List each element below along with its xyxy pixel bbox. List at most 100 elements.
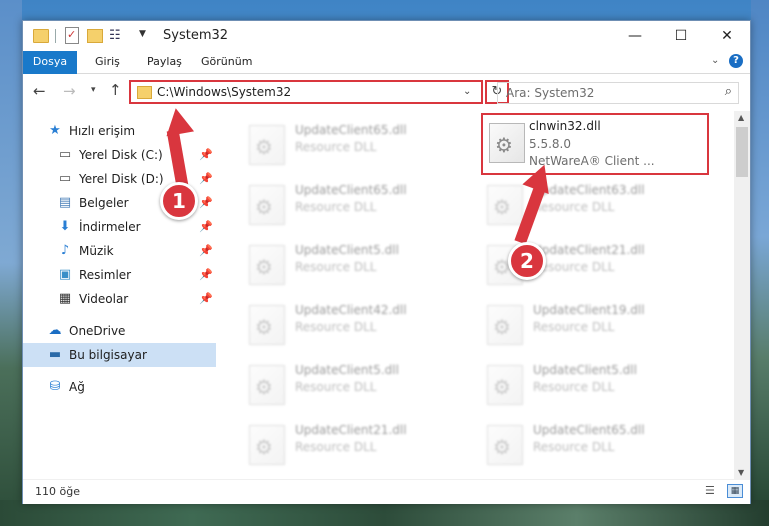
address-path[interactable]: C:\Windows\System32 bbox=[157, 85, 291, 99]
folder-icon bbox=[33, 29, 49, 43]
window-title: System32 bbox=[163, 28, 229, 43]
dll-file-icon bbox=[487, 425, 523, 465]
file-type: Resource DLL bbox=[295, 140, 377, 154]
dll-file-icon bbox=[249, 125, 285, 165]
drive-icon: ▭ bbox=[58, 171, 72, 186]
sidebar-item-disk-c[interactable]: ▭ Yerel Disk (C:) 📌 bbox=[23, 143, 216, 167]
sidebar-item-label: Belgeler bbox=[79, 196, 129, 210]
sidebar-item-label: Resimler bbox=[79, 268, 132, 282]
sidebar-item-onedrive[interactable]: ☁ OneDrive bbox=[23, 319, 216, 343]
file-name: UpdateClient5.dll bbox=[295, 243, 399, 257]
file-type: Resource DLL bbox=[533, 320, 615, 334]
sidebar-item-downloads[interactable]: ⬇ İndirmeler 📌 bbox=[23, 215, 216, 239]
maximize-button[interactable]: ☐ bbox=[658, 21, 704, 51]
sidebar-item-label: Videolar bbox=[79, 292, 129, 306]
computer-icon: ▬ bbox=[48, 347, 62, 362]
dll-file-icon bbox=[487, 305, 523, 345]
properties-icon[interactable] bbox=[65, 27, 79, 44]
pictures-icon: ▣ bbox=[58, 267, 72, 282]
file-type: Resource DLL bbox=[533, 440, 615, 454]
sidebar-item-this-pc[interactable]: ▬ Bu bilgisayar bbox=[23, 343, 216, 367]
cloud-icon: ☁ bbox=[48, 323, 62, 338]
video-icon: ▦ bbox=[58, 291, 72, 306]
close-button[interactable]: ✕ bbox=[704, 21, 750, 51]
pin-icon: 📌 bbox=[199, 244, 213, 257]
address-history-chevron-icon[interactable]: ⌄ bbox=[463, 86, 471, 97]
sidebar-item-label: Bu bilgisayar bbox=[69, 348, 147, 362]
recent-locations-chevron-icon[interactable]: ▾ bbox=[91, 85, 96, 95]
file-item[interactable]: UpdateClient65.dll Resource DLL bbox=[481, 419, 711, 471]
sidebar-item-videos[interactable]: ▦ Videolar 📌 bbox=[23, 287, 216, 311]
download-icon: ⬇ bbox=[59, 219, 71, 234]
dll-file-icon bbox=[249, 245, 285, 285]
file-item[interactable]: UpdateClient5.dll Resource DLL bbox=[243, 359, 473, 411]
sidebar-item-pictures[interactable]: ▣ Resimler 📌 bbox=[23, 263, 216, 287]
search-icon[interactable]: ⌕ bbox=[725, 84, 732, 99]
desktop-background-left bbox=[0, 0, 22, 526]
tab-view[interactable]: Görünüm bbox=[201, 51, 252, 73]
file-item[interactable]: UpdateClient5.dll Resource DLL bbox=[243, 239, 473, 291]
sidebar-item-label: Müzik bbox=[79, 244, 114, 258]
status-bar: 110 öğe ☰ ▦ bbox=[23, 479, 750, 504]
folder-icon bbox=[137, 86, 152, 99]
customize-toolbar-chevron-icon[interactable]: ▼ bbox=[139, 29, 146, 47]
file-type: Resource DLL bbox=[533, 380, 615, 394]
file-type: Resource DLL bbox=[533, 200, 615, 214]
file-version: 5.5.8.0 bbox=[529, 137, 571, 151]
music-icon: ♪ bbox=[60, 243, 70, 258]
file-name: UpdateClient42.dll bbox=[295, 303, 407, 317]
dll-file-icon bbox=[487, 365, 523, 405]
file-name: UpdateClient65.dll bbox=[533, 423, 645, 437]
view-options-icon[interactable]: ☷ bbox=[109, 28, 121, 46]
file-name: UpdateClient65.dll bbox=[295, 183, 407, 197]
file-item[interactable]: UpdateClient21.dll Resource DLL bbox=[243, 419, 473, 471]
dll-file-icon bbox=[487, 185, 523, 225]
file-name: UpdateClient19.dll bbox=[533, 303, 645, 317]
highlighted-file-item[interactable]: clnwin32.dll 5.5.8.0 NetWareA® Client ..… bbox=[481, 113, 709, 175]
file-name: UpdateClient65.dll bbox=[295, 123, 407, 137]
up-arrow-icon[interactable]: ↑ bbox=[109, 81, 122, 99]
pin-icon: 📌 bbox=[199, 148, 213, 161]
file-name: UpdateClient21.dll bbox=[295, 423, 407, 437]
pin-icon: 📌 bbox=[199, 268, 213, 281]
sidebar-item-label: Hızlı erişim bbox=[69, 124, 136, 138]
sidebar-item-network[interactable]: ⛁ Ağ bbox=[23, 375, 216, 399]
file-type: Resource DLL bbox=[295, 440, 377, 454]
sidebar-item-music[interactable]: ♪ Müzik 📌 bbox=[23, 239, 216, 263]
search-input[interactable]: Ara: System32 ⌕ bbox=[497, 82, 739, 104]
file-item[interactable]: UpdateClient65.dll Resource DLL bbox=[243, 119, 473, 171]
callout-arrowhead-1 bbox=[161, 105, 195, 137]
dll-file-icon bbox=[249, 305, 285, 345]
sidebar-item-label: OneDrive bbox=[69, 324, 126, 338]
file-name: clnwin32.dll bbox=[529, 119, 601, 133]
sidebar-item-label: Ağ bbox=[69, 380, 85, 394]
search-placeholder: Ara: System32 bbox=[506, 86, 595, 100]
expand-ribbon-chevron-icon[interactable]: ⌄ bbox=[711, 55, 719, 66]
tab-home[interactable]: Giriş bbox=[95, 51, 120, 73]
tab-share[interactable]: Paylaş bbox=[147, 51, 182, 73]
file-type: Resource DLL bbox=[295, 380, 377, 394]
scroll-down-arrow-icon[interactable]: ▼ bbox=[738, 468, 744, 477]
file-list: UpdateClient65.dll Resource DLL UpdateCl… bbox=[219, 111, 734, 479]
vertical-scrollbar[interactable]: ▲ ▼ bbox=[734, 111, 750, 479]
new-folder-icon[interactable] bbox=[87, 29, 103, 43]
file-item[interactable]: UpdateClient63.dll Resource DLL bbox=[481, 179, 711, 231]
address-bar[interactable]: C:\Windows\System32 ⌄ bbox=[129, 80, 483, 104]
details-view-icon[interactable]: ☰ bbox=[705, 485, 721, 497]
file-item[interactable]: UpdateClient5.dll Resource DLL bbox=[481, 359, 711, 411]
large-icons-view-icon[interactable]: ▦ bbox=[727, 484, 743, 498]
sidebar-item-label: İndirmeler bbox=[79, 220, 141, 234]
help-icon[interactable]: ? bbox=[729, 54, 743, 68]
minimize-button[interactable]: — bbox=[612, 21, 658, 51]
sidebar-item-label: Yerel Disk (C:) bbox=[79, 148, 163, 162]
file-item[interactable]: UpdateClient42.dll Resource DLL bbox=[243, 299, 473, 351]
forward-arrow-icon[interactable]: → bbox=[63, 82, 76, 100]
dll-file-icon bbox=[249, 365, 285, 405]
dll-file-icon bbox=[249, 425, 285, 465]
back-arrow-icon[interactable]: ← bbox=[33, 82, 46, 100]
file-item[interactable]: UpdateClient65.dll Resource DLL bbox=[243, 179, 473, 231]
dll-file-icon bbox=[489, 123, 525, 163]
file-item[interactable]: UpdateClient19.dll Resource DLL bbox=[481, 299, 711, 351]
scroll-up-arrow-icon[interactable]: ▲ bbox=[738, 113, 744, 122]
scrollbar-thumb[interactable] bbox=[736, 127, 748, 177]
